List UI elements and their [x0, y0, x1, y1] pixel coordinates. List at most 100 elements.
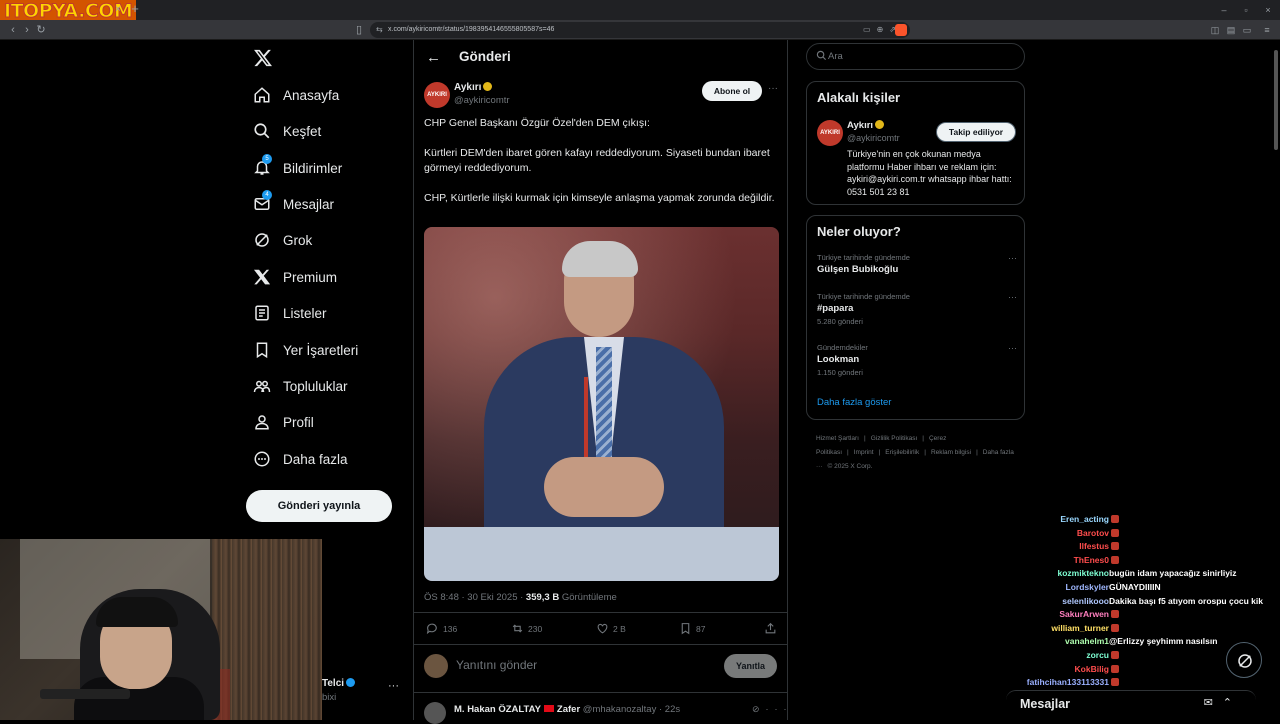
chat-username[interactable]: Lordskyler [1066, 581, 1109, 594]
reply-input[interactable]: Yanıtını gönder [456, 658, 537, 672]
nav-item-premium[interactable]: Premium [252, 265, 337, 289]
back-arrow-icon[interactable]: ← [426, 49, 441, 66]
nav-item-bildirimler[interactable]: 5 Bildirimler [252, 154, 342, 180]
post-photo[interactable] [424, 227, 779, 581]
search-input[interactable]: Ara [806, 43, 1025, 70]
nav-item-listeler[interactable]: Listeler [252, 301, 327, 325]
x-logo-icon[interactable] [253, 48, 273, 68]
trend-more-icon[interactable]: ··· [1008, 253, 1017, 263]
trend-more-icon[interactable]: ··· [1008, 343, 1017, 353]
account-more-icon[interactable]: ··· [388, 680, 399, 692]
downloads-icon[interactable]: ▭ [1240, 23, 1254, 37]
grok-button[interactable] [1226, 642, 1262, 678]
trend-item[interactable]: Türkiye tarihinde gündemde Gülşen Bubiko… [817, 253, 1017, 275]
url-text: x.com/aykiricomtr/status/198395414655580… [388, 26, 555, 33]
footer-link[interactable]: Erişilebilirlik [885, 449, 919, 456]
nav-item-topluluklar[interactable]: Topluluklar [252, 374, 348, 398]
chat-username[interactable]: Barotov [1077, 527, 1109, 540]
chat-username[interactable]: ThEnes0 [1074, 554, 1109, 567]
chat-username[interactable]: vanahelm1 [1065, 635, 1109, 648]
menu-icon[interactable]: ≡ [1260, 23, 1274, 37]
footer-link[interactable]: Hizmet Şartları [816, 435, 859, 442]
post-more-icon[interactable]: ··· [768, 83, 778, 94]
footer-separator: | [878, 449, 881, 456]
share-action[interactable] [764, 622, 781, 635]
author-name[interactable]: Aykırı [454, 82, 481, 93]
following-button[interactable]: Takip ediliyor [936, 122, 1016, 142]
trend-more-icon[interactable]: ··· [1008, 292, 1017, 302]
messages-drawer[interactable]: Mesajlar ✉⌃ [1006, 690, 1256, 720]
brave-shield-icon[interactable] [895, 24, 907, 36]
grok-icon [252, 230, 272, 250]
bookmark-action[interactable]: 87 [679, 622, 705, 635]
search-icon [252, 121, 272, 141]
chat-text: bugün idam yapacağız sinirliyiz [1109, 568, 1237, 579]
reload-icon[interactable]: ↻ [34, 22, 48, 38]
chat-username[interactable]: KokBilig [1075, 663, 1109, 676]
reply-author-avatar[interactable] [424, 702, 446, 724]
author-avatar[interactable]: AYKIRI [424, 82, 450, 108]
chat-username[interactable]: selenlikooo [1062, 595, 1109, 608]
nav-item-grok[interactable]: Grok [252, 228, 312, 252]
related-avatar[interactable]: AYKIRI [817, 120, 843, 146]
footer-link[interactable]: © 2025 X Corp. [828, 463, 873, 470]
post-button[interactable]: Gönderi yayınla [246, 490, 392, 522]
chat-username[interactable]: SakurArwen [1059, 608, 1109, 621]
footer-link[interactable]: Imprint [854, 449, 874, 456]
webcam-microphone [40, 689, 130, 699]
trend-count: 5.280 gönderi [817, 317, 863, 326]
chat-username[interactable]: william_turner [1051, 622, 1109, 635]
bookmark-page-icon[interactable]: ▯ [352, 22, 366, 38]
nav-item-yer-i-şaretleri[interactable]: Yer İşaretleri [252, 338, 358, 362]
chat-message: kozmiktekno bugün idam yapacağız sinirliy… [1006, 567, 1280, 580]
close-window-button[interactable]: × [1260, 3, 1276, 17]
reply-button[interactable]: Yanıtla [724, 654, 777, 678]
trend-item[interactable]: Türkiye tarihinde gündemde #papara 5.280… [817, 292, 1017, 326]
reply-author-handle[interactable]: @mhakanozaltay · 22s [583, 704, 680, 715]
footer-link[interactable]: Reklam bilgisi [931, 449, 971, 456]
like-action[interactable]: 2 B [596, 622, 626, 635]
repost-action[interactable]: 230 [511, 622, 542, 635]
chat-username[interactable]: Ilfestus [1079, 540, 1109, 553]
reply-action[interactable]: 136 [426, 622, 457, 635]
minimize-button[interactable]: – [1216, 3, 1232, 17]
nav-item-daha-fazla[interactable]: Daha fazla [252, 447, 348, 471]
chat-username[interactable]: fatihcihan133113331 [1027, 676, 1109, 689]
chat-message: Barotov [1006, 527, 1280, 540]
chat-username[interactable]: Eren_acting [1060, 513, 1109, 526]
subscribe-button[interactable]: Abone ol [702, 81, 762, 101]
extensions-icon[interactable]: ◫ [1208, 23, 1222, 37]
reply-tools-icons[interactable]: ⊘··· [752, 704, 793, 715]
nav-item-anasayfa[interactable]: Anasayfa [252, 83, 339, 107]
url-input[interactable]: ⇆ x.com/aykiricomtr/status/1983954146555… [370, 22, 910, 38]
nav-item-keşfet[interactable]: Keşfet [252, 119, 321, 143]
reply-author-row[interactable]: M. Hakan ÖZALTAY Zafer @mhakanozaltay · 2… [454, 704, 680, 715]
chat-username[interactable]: kozmiktekno [1058, 567, 1110, 580]
related-name[interactable]: Aykırı [847, 120, 873, 131]
chat-username[interactable]: zorcu [1086, 649, 1109, 662]
site-info-icon[interactable]: ⇆ [376, 22, 383, 38]
new-tab-button[interactable]: + [128, 2, 142, 16]
post-time[interactable]: ÖS 8:48 · 30 Eki 2025 · [424, 592, 526, 603]
post-meta: ÖS 8:48 · 30 Eki 2025 · 359,3 B Görüntül… [424, 592, 617, 603]
drawer-icons[interactable]: ✉⌃ [1204, 696, 1242, 709]
footer-link[interactable]: Gizlilik Politikası [871, 435, 918, 442]
nav-item-profil[interactable]: Profil [252, 410, 314, 434]
my-avatar [424, 654, 448, 678]
webcam-overlay [0, 539, 322, 720]
nav-item-mesajlar[interactable]: 4 Mesajlar [252, 190, 335, 216]
back-icon[interactable]: ‹ [6, 22, 20, 38]
more-icon [252, 449, 272, 469]
account-switcher[interactable]: Telci bixi ··· [322, 678, 402, 706]
scroll-thumb[interactable] [1274, 50, 1278, 150]
tab-close-icon[interactable]: × [111, 3, 125, 17]
nav-label: Mesajlar [283, 196, 335, 212]
reply-author-name[interactable]: M. Hakan ÖZALTAY [454, 704, 541, 715]
show-more-link[interactable]: Daha fazla göster [817, 397, 891, 408]
forward-icon[interactable]: › [20, 22, 34, 38]
trend-item[interactable]: Gündemdekiler Lookman 1.150 gönderi ··· [817, 343, 1017, 377]
maximize-button[interactable]: ▫ [1238, 3, 1254, 17]
related-handle[interactable]: @aykiricomtr [847, 133, 900, 143]
sidebar-icon[interactable]: ▤ [1224, 23, 1238, 37]
author-handle[interactable]: @aykiricomtr [454, 95, 510, 106]
